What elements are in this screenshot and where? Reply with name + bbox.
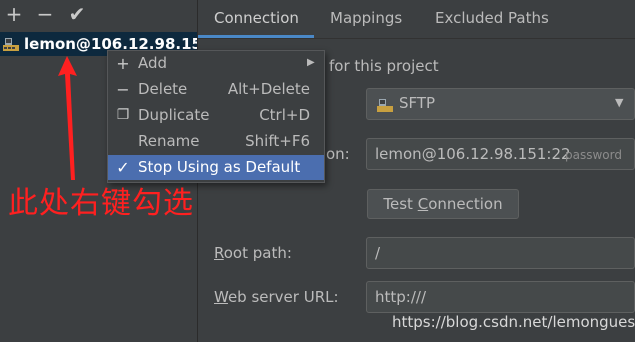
add-server-button[interactable]: + (3, 3, 25, 25)
menu-item-label: Stop Using as Default (138, 158, 301, 176)
menu-item-duplicate[interactable]: ❐ Duplicate Ctrl+D (108, 103, 324, 128)
annotation-arrow-icon (58, 56, 77, 180)
active-tab-indicator (198, 35, 314, 38)
annotation-text: 此处右键勾选 (8, 186, 194, 221)
chevron-down-icon: ▼ (615, 96, 624, 109)
checkmark-icon: ✓ (116, 158, 130, 177)
menu-item-label: Delete (138, 80, 188, 98)
root-path-input[interactable]: / (366, 237, 635, 269)
apply-button[interactable]: ✔ (66, 3, 88, 25)
submenu-arrow-icon: ▶ (307, 57, 315, 68)
tab-connection[interactable]: Connection (214, 0, 299, 38)
root-path-label: Root path: (214, 244, 292, 262)
root-path-value: / (375, 244, 381, 262)
menu-item-shortcut: Alt+Delete (227, 80, 310, 98)
tab-mappings[interactable]: Mappings (330, 0, 402, 38)
menu-item-add[interactable]: + Add ▶ (108, 51, 324, 76)
ssh-config-label: on: (326, 145, 350, 163)
minus-icon: − (36, 2, 54, 26)
web-server-url-value: http:/// (375, 288, 427, 306)
menu-item-rename[interactable]: Rename Shift+F6 (108, 129, 324, 154)
menu-item-label: Duplicate (138, 106, 210, 124)
type-value: SFTP (399, 94, 436, 112)
menu-item-label: Add (138, 54, 168, 72)
ssh-auth-hint: password (565, 148, 622, 162)
test-connection-button[interactable]: Test Connection (367, 189, 519, 219)
duplicate-icon: ❐ (116, 107, 130, 123)
menu-item-delete[interactable]: − Delete Alt+Delete (108, 77, 324, 102)
plus-icon: + (5, 2, 23, 26)
sftp-server-icon (3, 38, 19, 51)
menu-item-label: Rename (138, 132, 200, 150)
ssh-config-value: lemon@106.12.98.151:22 (375, 145, 571, 163)
menu-item-shortcut: Shift+F6 (245, 132, 310, 150)
type-dropdown[interactable]: SFTP ▼ (366, 88, 635, 120)
plus-icon: + (116, 54, 130, 73)
visible-only-label: for this project (329, 57, 439, 75)
remove-server-button[interactable]: − (34, 3, 56, 25)
watermark: https://blog.csdn.net/lemonguess (392, 313, 635, 331)
sftp-type-icon (377, 99, 393, 112)
web-server-url-label: Web server URL: (214, 288, 339, 306)
tab-excluded-paths[interactable]: Excluded Paths (435, 0, 549, 38)
minus-icon: − (116, 80, 130, 99)
menu-item-shortcut: Ctrl+D (259, 106, 310, 124)
ssh-configuration-field[interactable]: lemon@106.12.98.151:22 password (366, 138, 635, 170)
web-server-url-input[interactable]: http:/// (366, 281, 635, 313)
menu-item-stop-using-as-default[interactable]: ✓ Stop Using as Default (108, 155, 324, 180)
checkmark-icon: ✔ (68, 2, 86, 26)
